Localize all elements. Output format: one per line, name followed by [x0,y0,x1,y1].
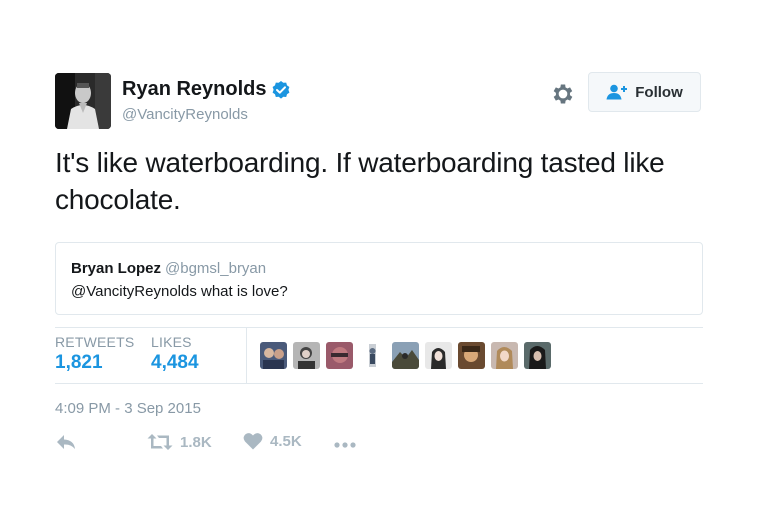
tweet-card: Ryan Reynolds @VancityReynolds Follow It… [0,0,760,520]
liker-avatar-3[interactable] [326,342,353,369]
quote-text: @VancityReynolds what is love? [71,283,288,300]
more-button[interactable] [333,435,357,455]
retweets-stat[interactable]: RETWEETS 1,821 [55,334,134,374]
liker-avatars [260,342,557,369]
author-handle[interactable]: @VancityReynolds [122,106,248,123]
retweets-label: RETWEETS [55,334,135,350]
quote-author-name: Bryan Lopez [71,260,162,277]
follow-label: Follow [635,83,683,101]
liker-avatar-1[interactable] [260,342,287,369]
gear-icon[interactable] [550,81,576,107]
likes-stat[interactable]: LIKES 4,484 [151,334,199,374]
liker-avatar-5[interactable] [392,342,419,369]
author-name-text[interactable]: Ryan Reynolds [122,78,266,101]
avatar-image [55,73,111,129]
verified-badge-icon [273,80,290,99]
more-icon [334,442,356,448]
tweet-text: It's like waterboarding. If waterboardin… [55,147,665,215]
liker-avatar-6[interactable] [425,342,452,369]
follow-button[interactable]: Follow [588,72,701,112]
author-name[interactable]: Ryan Reynolds [122,78,291,101]
reply-button[interactable] [55,432,77,452]
liker-avatar-4[interactable] [359,342,386,369]
heart-icon [243,433,263,450]
retweet-count: 1.8K [180,433,212,451]
liker-avatar-8[interactable] [491,342,518,369]
person-plus-icon [606,84,628,100]
likes-count: 4,484 [151,352,199,373]
liker-avatar-9[interactable] [524,342,551,369]
tweet-stats: RETWEETS 1,821 LIKES 4,484 [55,327,703,384]
like-button[interactable]: 4.5K [243,432,302,450]
quote-author-handle: @bgmsl_bryan [165,260,267,277]
stats-divider [246,328,247,383]
author-avatar[interactable] [55,73,111,129]
like-count: 4.5K [270,432,302,450]
quote-author: Bryan Lopez @bgmsl_bryan [71,260,266,277]
quoted-tweet[interactable]: Bryan Lopez @bgmsl_bryan @VancityReynolds… [55,242,703,315]
retweets-count: 1,821 [55,352,103,373]
tweet-timestamp[interactable]: 4:09 PM - 3 Sep 2015 [55,400,201,417]
liker-avatar-2[interactable] [293,342,320,369]
retweet-icon [147,434,173,450]
retweet-button[interactable]: 1.8K [147,432,212,452]
liker-avatar-7[interactable] [458,342,485,369]
reply-icon [57,435,75,449]
likes-label: LIKES [151,334,192,350]
